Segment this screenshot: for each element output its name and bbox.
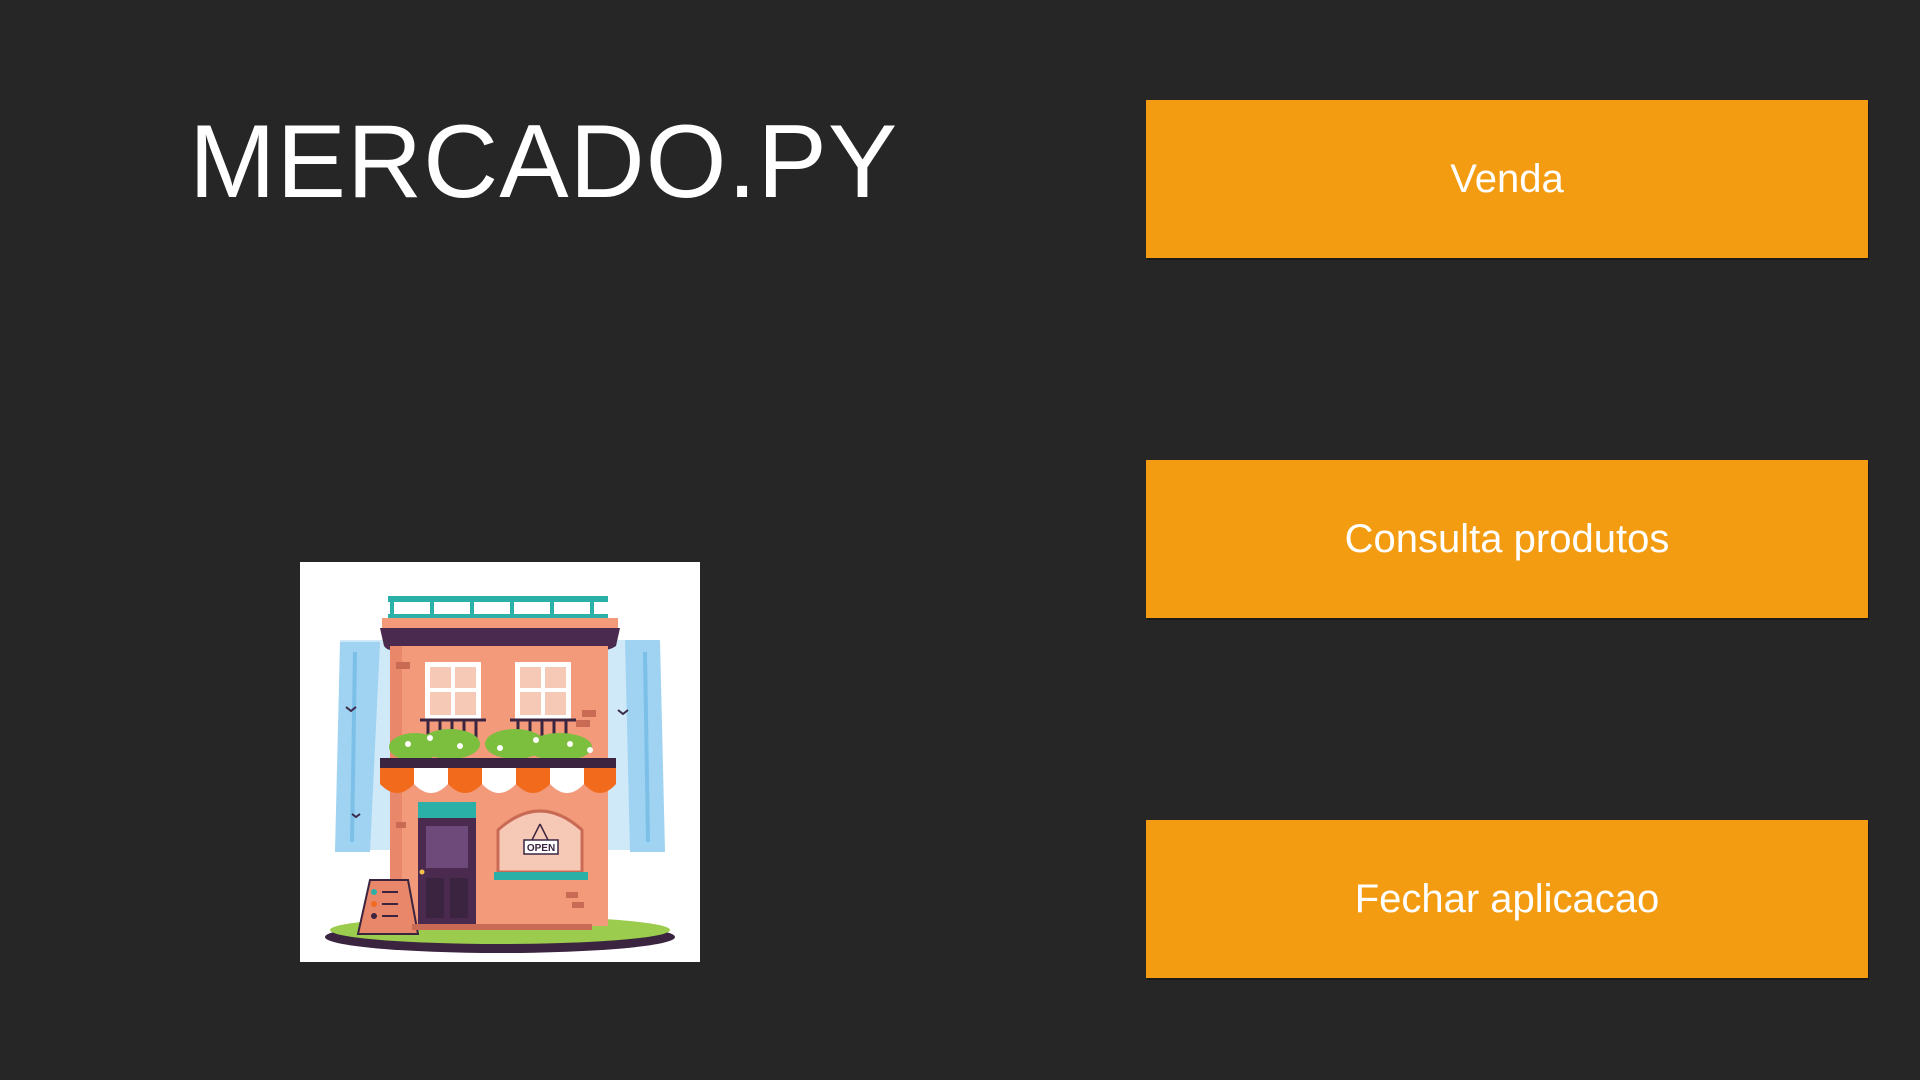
open-sign-text: OPEN <box>527 843 555 854</box>
fechar-aplicacao-button[interactable]: Fechar aplicacao <box>1146 820 1868 978</box>
consulta-produtos-button[interactable]: Consulta produtos <box>1146 460 1868 618</box>
venda-button[interactable]: Venda <box>1146 100 1868 258</box>
main-window: MERCADO.PY Venda Consulta produtos Fecha… <box>0 0 1920 1080</box>
app-title: MERCADO.PY <box>189 104 899 220</box>
storefront-icon: OPEN <box>325 596 675 953</box>
store-logo-image: OPEN <box>300 562 700 962</box>
